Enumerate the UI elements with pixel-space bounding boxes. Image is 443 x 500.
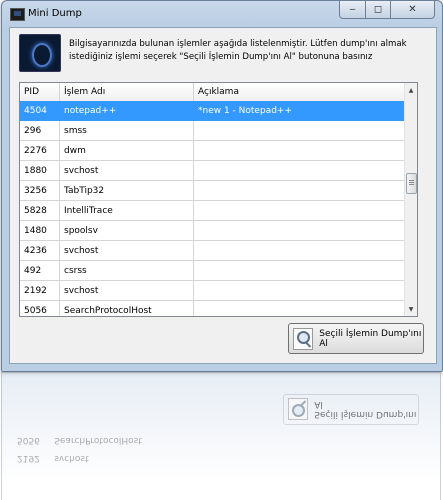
scroll-down-icon[interactable]: ▼ bbox=[405, 302, 417, 316]
cell-pid: 4236 bbox=[20, 241, 60, 261]
cell-name: SearchProtocolHost bbox=[60, 301, 194, 316]
cell-name: svchost bbox=[60, 241, 194, 261]
cell-pid: 1880 bbox=[20, 161, 60, 181]
table-row[interactable]: 3256 TabTip32 bbox=[20, 181, 410, 201]
cell-name: TabTip32 bbox=[60, 181, 194, 201]
cell-description bbox=[194, 201, 408, 221]
table-row[interactable]: 1880 svchost bbox=[20, 161, 410, 181]
maximize-button[interactable]: ◻ bbox=[366, 1, 391, 19]
cell-name: notepad++ bbox=[60, 101, 194, 121]
scroll-thumb[interactable] bbox=[406, 173, 417, 194]
cell-name: svchost bbox=[60, 161, 194, 181]
close-button[interactable]: ✕ bbox=[391, 1, 435, 19]
process-grid[interactable]: PID İşlem Adı Açıklama 4504 notepad++ *new… bbox=[19, 82, 418, 317]
cell-description bbox=[194, 221, 408, 241]
table-row[interactable]: 2276 dwm bbox=[20, 141, 410, 161]
cell-pid: 3256 bbox=[20, 181, 60, 201]
title-bar[interactable]: Mini Dump ‒ ◻ ✕ bbox=[2, 1, 442, 27]
magnifier-icon bbox=[293, 327, 314, 350]
cell-description: *new 1 - Notepad++ bbox=[194, 101, 408, 121]
reflected-row-text: 5056 SearchProtocolHost bbox=[17, 435, 142, 445]
grid-header: PID İşlem Adı Açıklama bbox=[20, 83, 410, 102]
reflected-dump-label: Seçili İşlemin Dump'ını Al bbox=[314, 399, 417, 420]
cell-pid: 296 bbox=[20, 121, 60, 141]
table-row[interactable]: 4504 notepad++ *new 1 - Notepad++ bbox=[20, 101, 410, 121]
maximize-icon: ◻ bbox=[373, 4, 383, 15]
instructions-text: Bilgisayarınızda bulunan işlemler aşağıd… bbox=[69, 39, 407, 62]
cell-name: smss bbox=[60, 121, 194, 141]
table-row[interactable]: 4236 svchost bbox=[20, 241, 410, 261]
table-row[interactable]: 492 csrss bbox=[20, 261, 410, 281]
cell-description bbox=[194, 141, 408, 161]
cell-description bbox=[194, 261, 408, 281]
table-row[interactable]: 296 smss bbox=[20, 121, 410, 141]
reflected-magnifier-icon bbox=[288, 398, 309, 421]
cell-description bbox=[194, 181, 408, 201]
app-icon bbox=[10, 8, 25, 21]
dump-button-label: Seçili İşlemin Dump'ını Al bbox=[319, 328, 422, 349]
minimize-icon: ‒ bbox=[349, 4, 356, 15]
cell-description bbox=[194, 161, 408, 181]
cell-pid: 492 bbox=[20, 261, 60, 281]
cell-description bbox=[194, 121, 408, 141]
table-row[interactable]: 5056 SearchProtocolHost bbox=[20, 301, 410, 316]
column-header-description[interactable]: Açıklama bbox=[194, 83, 408, 101]
column-header-name[interactable]: İşlem Adı bbox=[60, 83, 194, 101]
main-window: Mini Dump ‒ ◻ ✕ Bilgisayarınızda bulunan… bbox=[1, 0, 443, 372]
cell-description bbox=[194, 241, 408, 261]
table-row[interactable]: 5828 IntelliTrace bbox=[20, 201, 410, 221]
cell-pid: 2276 bbox=[20, 141, 60, 161]
cell-name: csrss bbox=[60, 261, 194, 281]
cell-pid: 2192 bbox=[20, 281, 60, 301]
dump-selected-process-button[interactable]: Seçili İşlemin Dump'ını Al bbox=[288, 323, 424, 354]
client-area: Bilgisayarınızda bulunan işlemler aşağıd… bbox=[9, 27, 437, 364]
cell-name: svchost bbox=[60, 281, 194, 301]
cell-description bbox=[194, 281, 408, 301]
cell-pid: 4504 bbox=[20, 101, 60, 121]
scroll-up-icon[interactable]: ▲ bbox=[405, 83, 417, 97]
column-header-pid[interactable]: PID bbox=[20, 83, 60, 101]
cell-name: IntelliTrace bbox=[60, 201, 194, 221]
reflected-dump-button: Seçili İşlemin Dump'ını Al bbox=[283, 394, 419, 425]
vertical-scrollbar[interactable]: ▲ ▼ bbox=[404, 83, 417, 316]
table-row[interactable]: 2192 svchost bbox=[20, 281, 410, 301]
caption-buttons: ‒ ◻ ✕ bbox=[339, 1, 435, 19]
reflected-row-text: 2192 svchost bbox=[17, 453, 89, 463]
cell-pid: 5828 bbox=[20, 201, 60, 221]
cell-description bbox=[194, 301, 408, 316]
window-reflection: Seçili İşlemin Dump'ını Al 5056 SearchPr… bbox=[1, 372, 441, 500]
cell-pid: 5056 bbox=[20, 301, 60, 316]
cell-pid: 1480 bbox=[20, 221, 60, 241]
cell-name: dwm bbox=[60, 141, 194, 161]
cell-name: spoolsv bbox=[60, 221, 194, 241]
table-row[interactable]: 1480 spoolsv bbox=[20, 221, 410, 241]
close-icon: ✕ bbox=[408, 4, 417, 15]
minimize-button[interactable]: ‒ bbox=[339, 1, 366, 19]
dump-app-icon bbox=[19, 34, 61, 72]
window-title: Mini Dump bbox=[28, 8, 82, 19]
